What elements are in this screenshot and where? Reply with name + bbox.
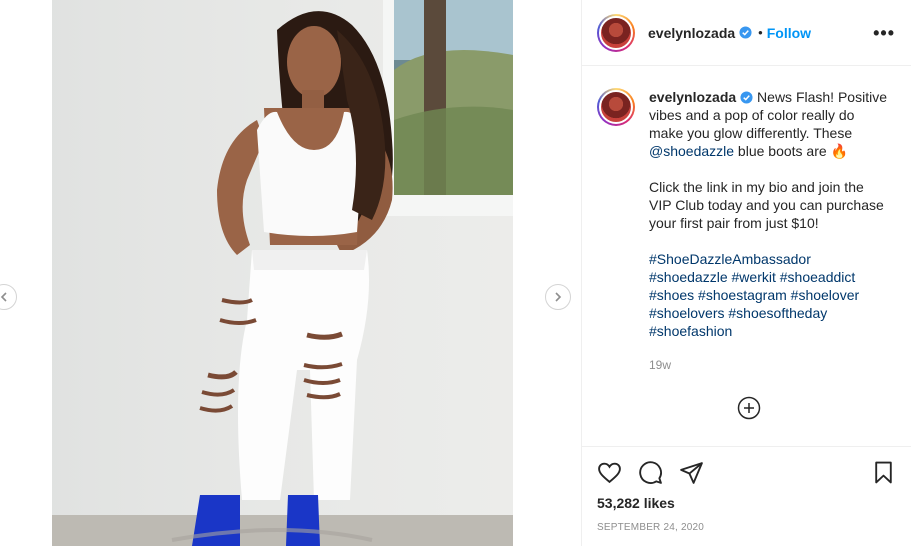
verified-badge-icon xyxy=(740,91,753,104)
hashtag-link[interactable]: #shoefashion xyxy=(649,323,732,339)
mention-link[interactable]: @shoedazzle xyxy=(649,143,734,159)
likes-count[interactable]: 53,282 likes xyxy=(597,495,896,511)
share-icon[interactable] xyxy=(679,460,704,485)
avatar[interactable] xyxy=(597,88,635,126)
media-area xyxy=(0,0,581,546)
hashtag-list: #ShoeDazzleAmbassador #shoedazzle #werki… xyxy=(649,250,889,340)
previous-post-button[interactable] xyxy=(0,284,17,310)
chevron-right-icon xyxy=(555,292,562,302)
caption-text: evelynlozada News Flash! Positive vibes … xyxy=(649,88,889,358)
caption-text-part-2: blue boots are 🔥 xyxy=(734,143,848,159)
action-icons xyxy=(597,459,896,485)
hashtag-link[interactable]: #shoelovers xyxy=(649,305,725,321)
hashtag-link[interactable]: #shoestagram xyxy=(698,287,787,303)
caption-row: evelynlozada News Flash! Positive vibes … xyxy=(597,88,896,358)
photo-illustration xyxy=(52,0,513,546)
add-comment-icon[interactable] xyxy=(737,396,761,420)
more-options-button[interactable]: ••• xyxy=(873,24,895,42)
caption-timestamp[interactable]: 19w xyxy=(649,358,896,372)
header-username[interactable]: evelynlozada xyxy=(648,25,735,41)
actions-section: 53,282 likes SEPTEMBER 24, 2020 xyxy=(582,446,911,546)
post-side-panel: evelynlozada • Follow ••• evelynlozada N… xyxy=(581,0,911,546)
follow-button[interactable]: Follow xyxy=(767,25,811,41)
caption-paragraph-2: Click the link in my bio and join the VI… xyxy=(649,179,884,231)
chevron-left-icon xyxy=(0,292,7,302)
post-header: evelynlozada • Follow ••• xyxy=(582,0,911,66)
hashtag-link[interactable]: #werkit xyxy=(732,269,776,285)
hashtag-link[interactable]: #ShoeDazzleAmbassador xyxy=(649,251,811,267)
hashtag-link[interactable]: #shoelover xyxy=(791,287,860,303)
heart-icon[interactable] xyxy=(597,460,622,485)
post-date: SEPTEMBER 24, 2020 xyxy=(597,522,704,533)
caption-area: evelynlozada News Flash! Positive vibes … xyxy=(582,66,911,446)
verified-badge-icon xyxy=(739,26,752,39)
hashtag-link[interactable]: #shoesoftheday xyxy=(728,305,827,321)
post-photo[interactable] xyxy=(52,0,513,546)
separator-dot: • xyxy=(758,25,763,40)
bookmark-icon[interactable] xyxy=(871,460,896,485)
caption-username[interactable]: evelynlozada xyxy=(649,89,736,105)
hashtag-link[interactable]: #shoes xyxy=(649,287,694,303)
comment-icon[interactable] xyxy=(638,460,663,485)
next-post-button[interactable] xyxy=(545,284,571,310)
hashtag-link[interactable]: #shoedazzle xyxy=(649,269,728,285)
hashtag-link[interactable]: #shoeaddict xyxy=(780,269,856,285)
avatar[interactable] xyxy=(597,13,635,52)
